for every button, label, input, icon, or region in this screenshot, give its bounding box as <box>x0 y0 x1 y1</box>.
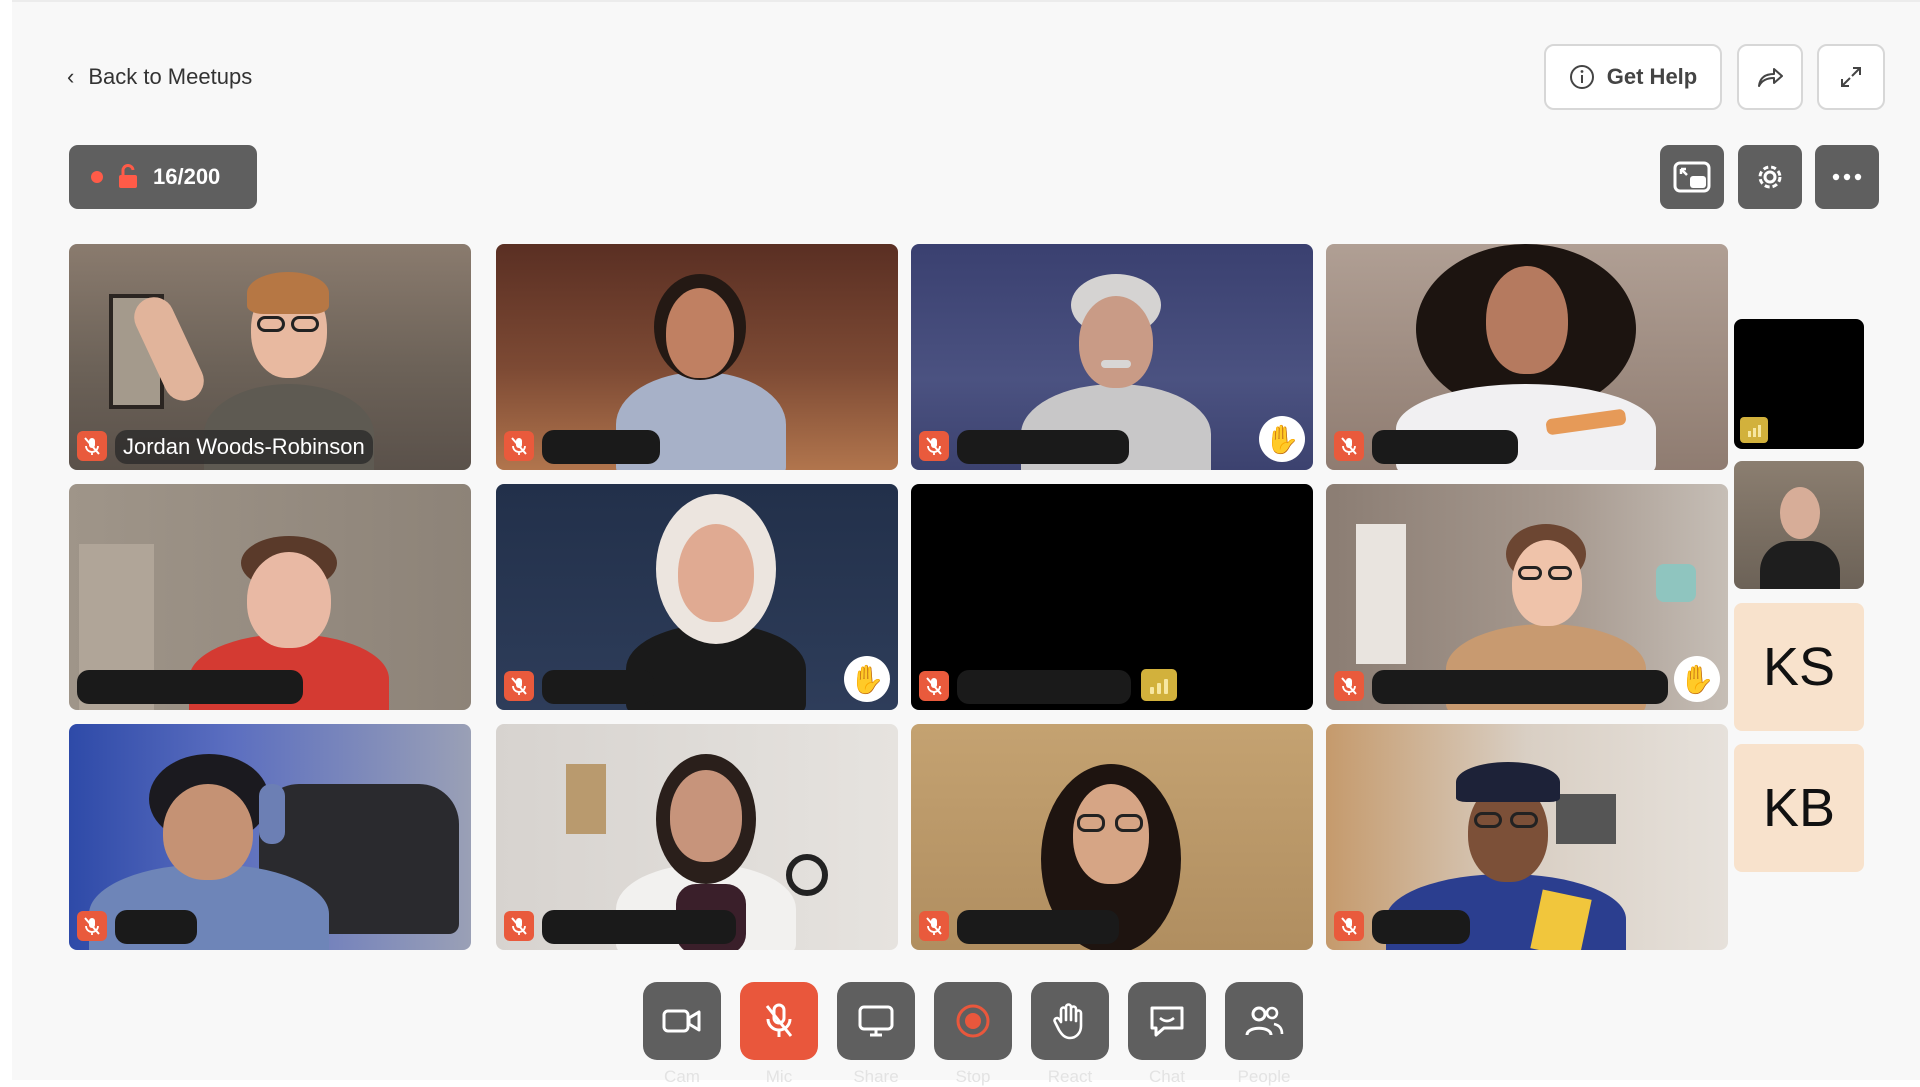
participant-tile[interactable] <box>69 724 471 950</box>
participant-name: Jordan Woods-Robinson <box>115 430 373 464</box>
stop-button-label: Stop <box>955 1067 991 1086</box>
back-to-meetups-link[interactable]: ‹ Back to Meetups <box>67 64 252 90</box>
participant-count: 16/200 <box>153 164 221 189</box>
participant-name <box>542 430 660 464</box>
more-icon <box>1832 173 1862 181</box>
record-stop-button[interactable] <box>934 982 1012 1060</box>
back-link-label: Back to Meetups <box>88 64 253 89</box>
participant-name <box>1372 670 1668 704</box>
participant-silhouette <box>1780 487 1820 539</box>
muted-mic-icon <box>504 911 534 941</box>
participant-tile[interactable] <box>1326 244 1728 470</box>
people-icon <box>1245 1006 1284 1036</box>
gear-icon <box>1758 165 1782 189</box>
mic-off-icon <box>765 1003 793 1037</box>
camera-icon <box>662 1009 701 1033</box>
participant-tile[interactable] <box>496 244 898 470</box>
participant-tile[interactable] <box>496 724 898 950</box>
people-button[interactable] <box>1225 982 1303 1060</box>
participant-name <box>1372 430 1518 464</box>
screen-share-button[interactable] <box>837 982 915 1060</box>
muted-mic-icon <box>1334 671 1364 701</box>
side-participant-tile[interactable] <box>1734 461 1864 589</box>
expand-icon <box>1841 67 1861 87</box>
muted-mic-icon <box>919 431 949 461</box>
settings-button[interactable] <box>1738 145 1802 209</box>
chevron-left-icon: ‹ <box>67 64 75 89</box>
participant-tile[interactable] <box>1326 724 1728 950</box>
chat-button[interactable] <box>1128 982 1206 1060</box>
chat-icon <box>1150 1006 1184 1037</box>
participant-tile[interactable]: Jordan Woods-Robinson <box>69 244 471 470</box>
participant-tile[interactable]: ✋ <box>496 484 898 710</box>
get-help-label: Get Help <box>1606 64 1698 89</box>
share-button[interactable] <box>1737 44 1803 110</box>
teal-bag <box>1656 564 1696 602</box>
side-participant-tile[interactable] <box>1734 319 1864 449</box>
muted-mic-icon <box>504 671 534 701</box>
participant-name <box>542 910 736 944</box>
door <box>1356 524 1406 664</box>
unlocked-padlock-icon <box>119 164 137 188</box>
muted-mic-icon <box>504 431 534 461</box>
participant-name <box>957 430 1129 464</box>
recording-dot-icon <box>91 171 103 183</box>
mic-button-label: Mic <box>765 1067 793 1086</box>
screen-share-icon <box>858 1005 894 1037</box>
more-options-button[interactable] <box>1815 145 1879 209</box>
participant-name <box>542 670 654 704</box>
participant-name <box>77 670 303 704</box>
camera-button[interactable] <box>643 982 721 1060</box>
react-button[interactable] <box>1031 982 1109 1060</box>
fullscreen-button[interactable] <box>1817 44 1885 110</box>
react-button-label: React <box>1047 1067 1093 1086</box>
people-button-label: People <box>1237 1067 1291 1086</box>
raised-hand-icon: ✋ <box>1674 656 1720 702</box>
participant-tile[interactable]: ✋ <box>1326 484 1728 710</box>
raised-hand-icon: ✋ <box>844 656 890 702</box>
muted-mic-icon <box>77 911 107 941</box>
audio-level-icon <box>1740 417 1768 443</box>
share-arrow-icon <box>1758 68 1783 87</box>
get-help-button[interactable]: Get Help <box>1544 44 1722 110</box>
raised-hand-icon: ✋ <box>1259 416 1305 462</box>
picture-in-picture-icon <box>1673 161 1711 193</box>
participant-name <box>1372 910 1470 944</box>
participant-tile[interactable] <box>69 484 471 710</box>
participant-tile[interactable] <box>911 724 1313 950</box>
audio-level-icon <box>1141 669 1177 701</box>
muted-mic-icon <box>919 671 949 701</box>
side-participant-initials[interactable]: KS <box>1734 603 1864 731</box>
participant-name <box>115 910 197 944</box>
room-status-pill[interactable]: 16/200 <box>69 145 257 209</box>
info-icon <box>1569 65 1594 89</box>
side-participant-initials[interactable]: KB <box>1734 744 1864 872</box>
chat-button-label: Chat <box>1149 1067 1185 1086</box>
camera-button-label: Cam <box>664 1067 700 1086</box>
muted-mic-icon <box>1334 431 1364 461</box>
meeting-app: ‹ Back to Meetups Get Help 16/200 Jordan… <box>12 0 1920 1086</box>
hand-icon <box>1053 1003 1083 1040</box>
muted-mic-icon <box>919 911 949 941</box>
muted-mic-icon <box>1334 911 1364 941</box>
record-stop-icon <box>956 1004 990 1038</box>
wall-board <box>566 764 606 834</box>
mic-button[interactable] <box>740 982 818 1060</box>
participant-tile[interactable] <box>911 484 1313 710</box>
picture-in-picture-button[interactable] <box>1660 145 1724 209</box>
muted-mic-icon <box>77 431 107 461</box>
participant-tile[interactable]: ✋ <box>911 244 1313 470</box>
share-button-label: Share <box>853 1067 899 1086</box>
participant-name <box>957 910 1119 944</box>
participant-name <box>957 670 1131 704</box>
